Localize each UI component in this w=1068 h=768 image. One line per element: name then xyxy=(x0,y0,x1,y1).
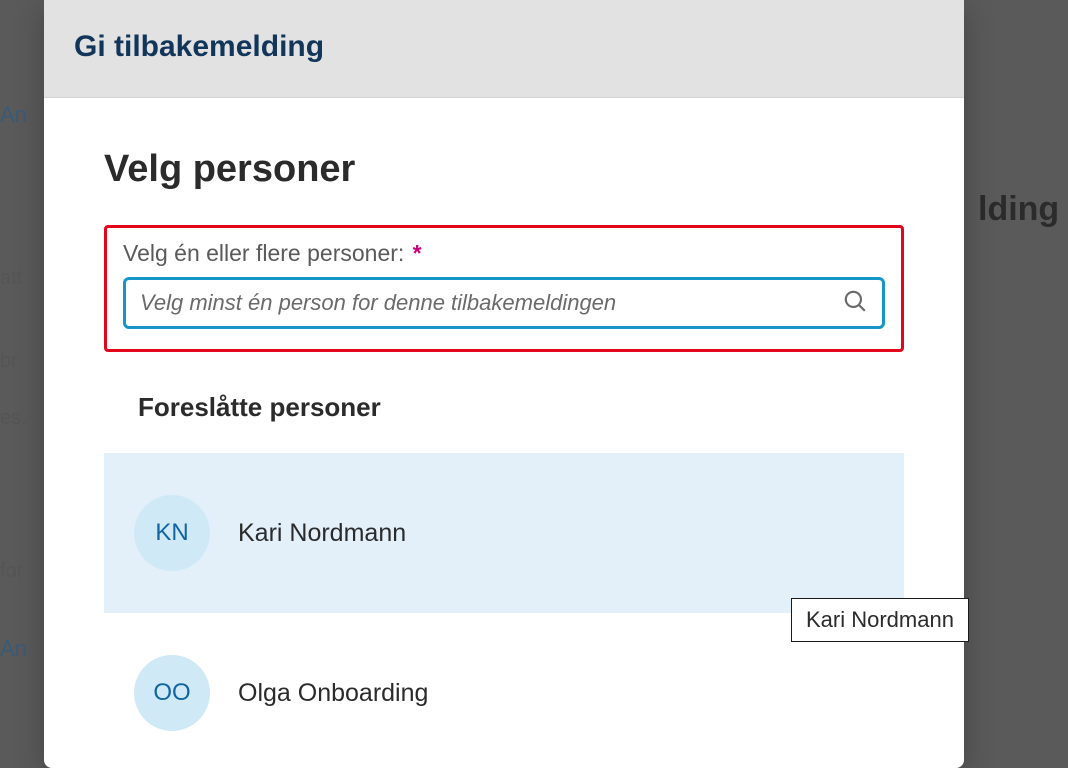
suggested-people-list: KN Kari Nordmann OO Olga Onboarding xyxy=(104,453,904,768)
bg-fragment: att xyxy=(0,267,22,290)
person-row[interactable]: KN Kari Nordmann xyxy=(104,453,904,613)
person-search-wrapper[interactable] xyxy=(123,277,885,329)
person-select-field-highlight: Velg én eller flere personer: * xyxy=(104,225,904,352)
feedback-modal: Gi tilbakemelding Velg personer Velg én … xyxy=(44,0,964,768)
section-title: Velg personer xyxy=(104,148,904,191)
avatar: KN xyxy=(134,495,210,571)
bg-title-fragment: lding xyxy=(978,190,1059,229)
person-name: Olga Onboarding xyxy=(238,679,428,708)
bg-fragment: for xyxy=(0,560,23,583)
person-row[interactable]: OO Olga Onboarding xyxy=(104,613,904,768)
modal-title: Gi tilbakemelding xyxy=(74,30,934,64)
search-icon[interactable] xyxy=(842,288,868,319)
required-indicator: * xyxy=(413,240,422,266)
bg-fragment: An xyxy=(0,102,27,128)
person-select-label-text: Velg én eller flere personer: xyxy=(123,240,404,266)
bg-fragment: br xyxy=(0,350,18,373)
person-search-input[interactable] xyxy=(140,290,842,316)
avatar: OO xyxy=(134,655,210,731)
tooltip: Kari Nordmann xyxy=(791,598,969,642)
person-select-label: Velg én eller flere personer: * xyxy=(123,240,885,267)
modal-header: Gi tilbakemelding xyxy=(44,0,964,98)
bg-fragment: An xyxy=(0,636,27,662)
modal-body: Velg personer Velg én eller flere person… xyxy=(44,98,964,768)
suggested-people-heading: Foreslåtte personer xyxy=(138,392,904,423)
bg-fragment: es. xyxy=(0,407,27,430)
person-name: Kari Nordmann xyxy=(238,519,406,548)
